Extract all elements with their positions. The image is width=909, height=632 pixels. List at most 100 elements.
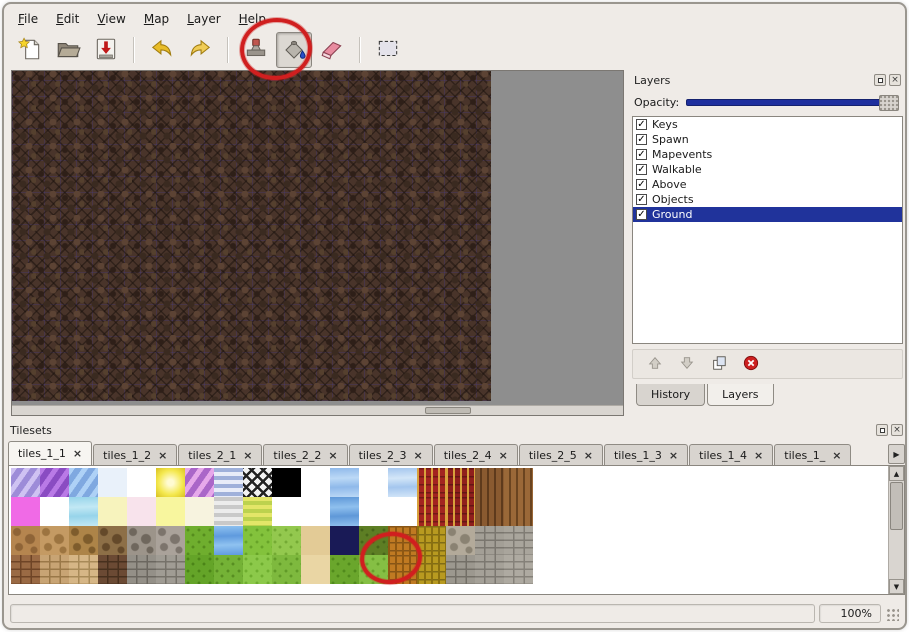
- tileset-tile[interactable]: [272, 555, 301, 584]
- float-panel-icon[interactable]: [876, 424, 888, 436]
- tab-close-icon[interactable]: ×: [328, 450, 337, 461]
- tileset-tile[interactable]: [243, 497, 272, 526]
- layer-visible-checkbox[interactable]: ✓: [636, 209, 647, 220]
- layer-row-mapevents[interactable]: ✓Mapevents: [633, 147, 902, 162]
- layer-down-button[interactable]: [677, 354, 697, 374]
- tileset-tile[interactable]: [98, 526, 127, 555]
- tileset-tile[interactable]: [359, 468, 388, 497]
- tileset-tile[interactable]: [156, 555, 185, 584]
- tileset-tile[interactable]: [127, 497, 156, 526]
- menu-map[interactable]: Map: [136, 9, 177, 29]
- tileset-tile[interactable]: [127, 526, 156, 555]
- tileset-tile[interactable]: [185, 555, 214, 584]
- tileset-tile[interactable]: [330, 555, 359, 584]
- tileset-tile[interactable]: [11, 468, 40, 497]
- tab-close-icon[interactable]: ×: [669, 450, 678, 461]
- opacity-slider[interactable]: [686, 99, 897, 106]
- tileset-tile[interactable]: [504, 555, 533, 584]
- tileset-tile[interactable]: [388, 555, 417, 584]
- tileset-tile[interactable]: [214, 468, 243, 497]
- tab-layers[interactable]: Layers: [707, 384, 773, 406]
- tileset-tile[interactable]: [11, 497, 40, 526]
- tab-close-icon[interactable]: ×: [413, 450, 422, 461]
- tileset-tile[interactable]: [69, 497, 98, 526]
- tileset-tile[interactable]: [330, 497, 359, 526]
- layer-visible-checkbox[interactable]: ✓: [636, 134, 647, 145]
- tileset-tile[interactable]: [40, 555, 69, 584]
- tab-close-icon[interactable]: ×: [158, 450, 167, 461]
- tileset-tile[interactable]: [475, 497, 504, 526]
- tileset-tile[interactable]: [446, 468, 475, 497]
- tileset-tile[interactable]: [69, 526, 98, 555]
- eraser-tool-button[interactable]: [314, 32, 350, 68]
- tileset-tile[interactable]: [214, 497, 243, 526]
- layer-visible-checkbox[interactable]: ✓: [636, 149, 647, 160]
- tileset-tile[interactable]: [475, 468, 504, 497]
- tileset-tile[interactable]: [98, 497, 127, 526]
- tab-close-icon[interactable]: ×: [584, 450, 593, 461]
- tileset-tile[interactable]: [359, 526, 388, 555]
- tileset-tile[interactable]: [69, 555, 98, 584]
- tileset-tab-tiles_2_3[interactable]: tiles_2_3×: [349, 444, 433, 465]
- undo-button[interactable]: [144, 32, 180, 68]
- tileset-tab-tiles_2_5[interactable]: tiles_2_5×: [519, 444, 603, 465]
- tab-close-icon[interactable]: ×: [73, 448, 82, 459]
- tileset-tile[interactable]: [475, 555, 504, 584]
- tileset-tile[interactable]: [301, 555, 330, 584]
- tileset-tile[interactable]: [11, 526, 40, 555]
- layer-row-spawn[interactable]: ✓Spawn: [633, 132, 902, 147]
- fill-bucket-tool-button[interactable]: [276, 32, 312, 68]
- tileset-tile[interactable]: [301, 497, 330, 526]
- tileset-tile[interactable]: [156, 526, 185, 555]
- close-panel-icon[interactable]: ×: [891, 424, 903, 436]
- tab-history[interactable]: History: [636, 384, 705, 406]
- tileset-tile[interactable]: [243, 526, 272, 555]
- tileset-tile[interactable]: [388, 468, 417, 497]
- tileset-tab-tiles_2_2[interactable]: tiles_2_2×: [263, 444, 347, 465]
- tileset-tile[interactable]: [40, 497, 69, 526]
- tileset-tile[interactable]: [98, 555, 127, 584]
- layer-row-objects[interactable]: ✓Objects: [633, 192, 902, 207]
- layer-visible-checkbox[interactable]: ✓: [636, 194, 647, 205]
- layer-visible-checkbox[interactable]: ✓: [636, 119, 647, 130]
- tileset-tile[interactable]: [40, 468, 69, 497]
- tileset-tile[interactable]: [272, 468, 301, 497]
- tileset-tile[interactable]: [359, 497, 388, 526]
- layer-visible-checkbox[interactable]: ✓: [636, 164, 647, 175]
- tileset-tile[interactable]: [388, 526, 417, 555]
- open-file-button[interactable]: [50, 32, 86, 68]
- tileset-tile[interactable]: [417, 497, 446, 526]
- tileset-tab-tiles_1_4[interactable]: tiles_1_4×: [689, 444, 773, 465]
- menu-help[interactable]: Help: [231, 9, 274, 29]
- stamp-tool-button[interactable]: [238, 32, 274, 68]
- opacity-slider-handle[interactable]: [879, 95, 899, 111]
- map-hscroll-thumb[interactable]: [425, 407, 471, 414]
- tileset-tile[interactable]: [446, 497, 475, 526]
- tileset-tile[interactable]: [243, 468, 272, 497]
- tileset-tab-tiles_1_3[interactable]: tiles_1_3×: [604, 444, 688, 465]
- layer-row-walkable[interactable]: ✓Walkable: [633, 162, 902, 177]
- palette-vscroll-thumb[interactable]: [890, 482, 903, 530]
- float-panel-icon[interactable]: [874, 74, 886, 86]
- tileset-tile[interactable]: [214, 526, 243, 555]
- tileset-tile[interactable]: [127, 468, 156, 497]
- tileset-tile[interactable]: [446, 526, 475, 555]
- tileset-tab-tiles_1_2[interactable]: tiles_1_2×: [93, 444, 177, 465]
- tileset-tab-tiles_2_4[interactable]: tiles_2_4×: [434, 444, 518, 465]
- tileset-tile[interactable]: [185, 497, 214, 526]
- tab-close-icon[interactable]: ×: [754, 450, 763, 461]
- layer-row-above[interactable]: ✓Above: [633, 177, 902, 192]
- resize-grip[interactable]: [885, 607, 899, 621]
- tileset-tile[interactable]: [417, 526, 446, 555]
- tileset-tile[interactable]: [272, 526, 301, 555]
- tab-close-icon[interactable]: ×: [499, 450, 508, 461]
- save-button[interactable]: [88, 32, 124, 68]
- scroll-up-button[interactable]: ▲: [889, 466, 904, 481]
- tileset-tile[interactable]: [69, 468, 98, 497]
- tileset-tab-tiles_1_[interactable]: tiles_1_×: [774, 444, 851, 465]
- tileset-tile[interactable]: [475, 526, 504, 555]
- new-file-button[interactable]: [12, 32, 48, 68]
- tileset-tile[interactable]: [330, 526, 359, 555]
- menu-layer[interactable]: Layer: [179, 9, 228, 29]
- tileset-tile[interactable]: [504, 526, 533, 555]
